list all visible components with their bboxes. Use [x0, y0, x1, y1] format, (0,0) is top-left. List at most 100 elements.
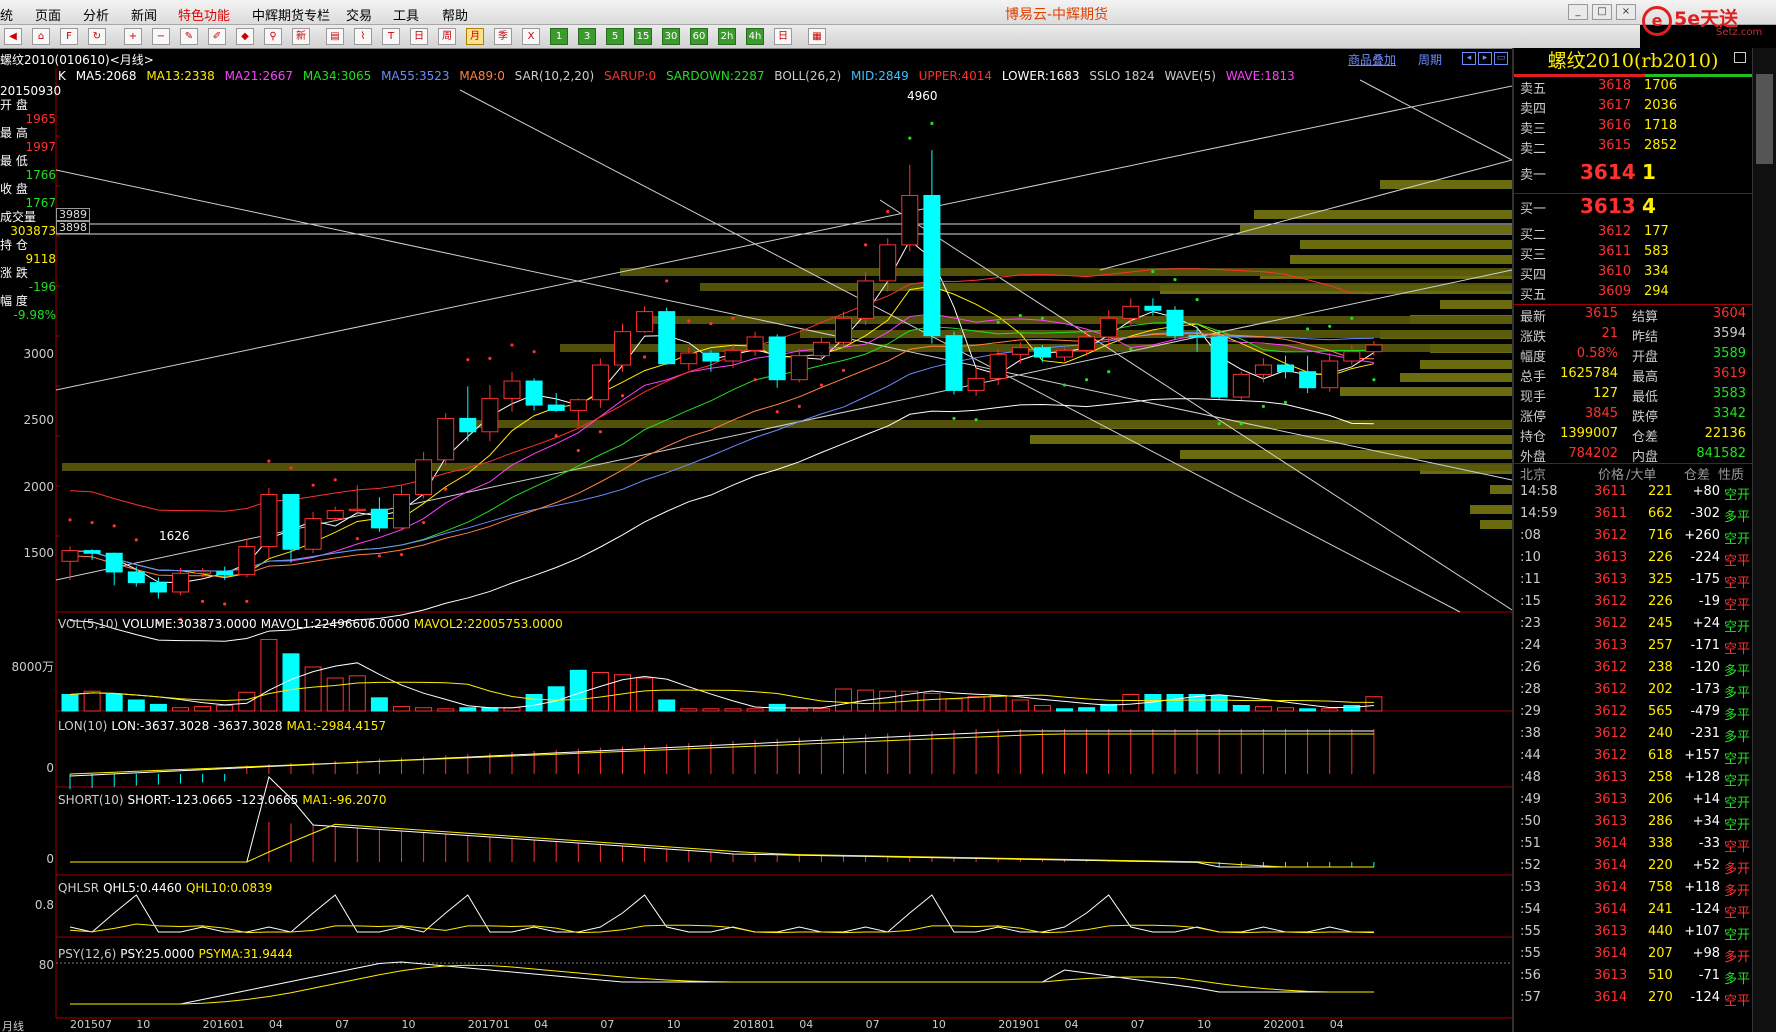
- volume-bar: [835, 688, 852, 712]
- sar-dot: [1306, 327, 1310, 331]
- candle-body: [569, 399, 587, 411]
- sar-dot: [444, 487, 448, 491]
- bid-row[interactable]: 买一 3613 4: [1514, 194, 1752, 224]
- trade-row[interactable]: :15 3612 226 -19 空平: [1514, 594, 1752, 616]
- info-oi-label: 持 仓: [0, 238, 28, 252]
- volume-bar: [393, 706, 410, 712]
- ask-row[interactable]: 卖五 3618 1706: [1514, 78, 1752, 98]
- boll-upper-line: [69, 268, 1374, 512]
- sar-dot: [1107, 370, 1111, 374]
- volume-bar: [1299, 708, 1317, 712]
- candle-body: [901, 194, 919, 246]
- sar-dot: [1085, 378, 1089, 382]
- sar-dot: [1239, 422, 1243, 426]
- ask-row[interactable]: 卖三 3616 1718: [1514, 118, 1752, 138]
- trade-row[interactable]: 14:59 3611 662 -302 多平: [1514, 506, 1752, 528]
- volume-profile-bar: [1470, 505, 1512, 514]
- trade-row[interactable]: :24 3613 257 -171 空平: [1514, 638, 1752, 660]
- quote-stat-row: 最新 3615 结算 3604: [1520, 306, 1746, 325]
- trade-row[interactable]: :48 3613 258 +128 空开: [1514, 770, 1752, 792]
- volume-bar: [525, 694, 543, 712]
- trade-row[interactable]: :57 3614 270 -124 空平: [1514, 990, 1752, 1012]
- volume-profile-bar: [1180, 450, 1512, 459]
- sar-dot: [245, 599, 249, 603]
- volume-bar: [127, 699, 145, 712]
- time-axis-tick: 04: [1329, 1018, 1344, 1031]
- sar-dot: [311, 483, 315, 487]
- bid-row[interactable]: 买二 3612 177: [1514, 224, 1752, 244]
- trade-row[interactable]: :29 3612 565 -479 多平: [1514, 704, 1752, 726]
- trade-row[interactable]: :55 3613 440 +107 空开: [1514, 924, 1752, 946]
- trade-row[interactable]: :28 3612 202 -173 多平: [1514, 682, 1752, 704]
- volume-bar: [724, 708, 742, 712]
- trade-row[interactable]: :10 3613 226 -224 空平: [1514, 550, 1752, 572]
- trade-row[interactable]: :53 3614 758 +118 多开: [1514, 880, 1752, 902]
- candle-body: [835, 317, 852, 343]
- scrollbar-thumb[interactable]: [1756, 74, 1773, 164]
- info-open-label: 开 盘: [0, 98, 28, 112]
- sar-dot: [1372, 378, 1376, 382]
- trade-row[interactable]: :23 3612 245 +24 空开: [1514, 616, 1752, 638]
- maximize-button[interactable]: □: [1592, 4, 1612, 20]
- ask-row[interactable]: 卖一 3614 1: [1514, 160, 1752, 190]
- trade-row[interactable]: :11 3613 325 -175 空平: [1514, 572, 1752, 594]
- candle-body: [1188, 335, 1206, 338]
- candle-body: [260, 494, 278, 548]
- time-axis-tick: 201901: [998, 1018, 1041, 1031]
- trade-row[interactable]: :56 3613 510 -71 多平: [1514, 968, 1752, 990]
- bid-row[interactable]: 买三 3611 583: [1514, 244, 1752, 264]
- trade-row[interactable]: :44 3612 618 +157 空开: [1514, 748, 1752, 770]
- candle-body: [304, 518, 322, 550]
- time-axis-tick: 07: [335, 1018, 350, 1031]
- psy-panel-title: PSY(12,6) PSY:25.0000 PSYMA:31.9444: [58, 947, 293, 961]
- trade-row[interactable]: 14:58 3611 221 +80 空开: [1514, 484, 1752, 506]
- volume-bar: [348, 675, 366, 712]
- time-axis-tick: 10: [1197, 1018, 1212, 1031]
- chart-canvas[interactable]: [0, 0, 1512, 1032]
- ask-row[interactable]: 卖二 3615 2852: [1514, 138, 1752, 158]
- trade-row[interactable]: :38 3612 240 -231 多平: [1514, 726, 1752, 748]
- sar-dot: [399, 552, 404, 557]
- minimize-button[interactable]: _: [1568, 4, 1588, 20]
- lon-ma-line: [69, 733, 1374, 775]
- candle-body: [194, 570, 212, 574]
- candle-body: [1321, 360, 1339, 389]
- trade-row[interactable]: :55 3614 207 +98 多开: [1514, 946, 1752, 968]
- bid-row[interactable]: 买四 3610 334: [1514, 264, 1752, 284]
- sar-dot: [377, 554, 381, 558]
- candle-body: [1299, 371, 1317, 389]
- candle-body: [216, 570, 234, 576]
- price-axis-3000: 3000: [23, 347, 54, 361]
- trade-row[interactable]: :49 3613 206 +14 空开: [1514, 792, 1752, 814]
- quote-scrollbar[interactable]: [1752, 48, 1776, 1032]
- candle-body: [393, 494, 410, 529]
- time-axis-tick: 10: [136, 1018, 151, 1031]
- sar-dot: [333, 478, 337, 482]
- candle-body: [1232, 373, 1250, 398]
- close-button[interactable]: ×: [1616, 4, 1636, 20]
- volume-bar: [790, 708, 808, 712]
- price-axis-2000: 2000: [23, 480, 54, 494]
- legend-ma5: MA5:2068: [75, 69, 137, 83]
- trade-row[interactable]: :54 3614 241 -124 空平: [1514, 902, 1752, 924]
- candle-body: [702, 352, 720, 362]
- trade-row[interactable]: :52 3614 220 +52 多开: [1514, 858, 1752, 880]
- quote-stat-row: 涨停 3845 跌停 3342: [1520, 406, 1746, 425]
- trade-row[interactable]: :50 3613 286 +34 空开: [1514, 814, 1752, 836]
- peak-label: 4960: [907, 89, 938, 103]
- candle-body: [1343, 351, 1361, 362]
- candle-body: [768, 336, 786, 381]
- bid-row[interactable]: 买五 3609 294: [1514, 284, 1752, 304]
- ask-row[interactable]: 卖四 3617 2036: [1514, 98, 1752, 118]
- trade-row[interactable]: :51 3614 338 -33 空平: [1514, 836, 1752, 858]
- psyma-line: [70, 964, 1374, 1005]
- info-date: 20150930: [0, 84, 62, 98]
- trade-row[interactable]: :26 3612 238 -120 多平: [1514, 660, 1752, 682]
- window-icon[interactable]: [1734, 52, 1746, 63]
- candle-body: [282, 494, 300, 550]
- quote-stat-row: 现手 127 最低 3583: [1520, 386, 1746, 405]
- volume-bar: [172, 707, 189, 712]
- trade-row[interactable]: :08 3612 716 +260 空开: [1514, 528, 1752, 550]
- bar-info-panel: 20150930 开 盘 1965 最 高 1997 最 低 1766 收 盘 …: [0, 84, 62, 322]
- volume-bar: [1343, 705, 1361, 712]
